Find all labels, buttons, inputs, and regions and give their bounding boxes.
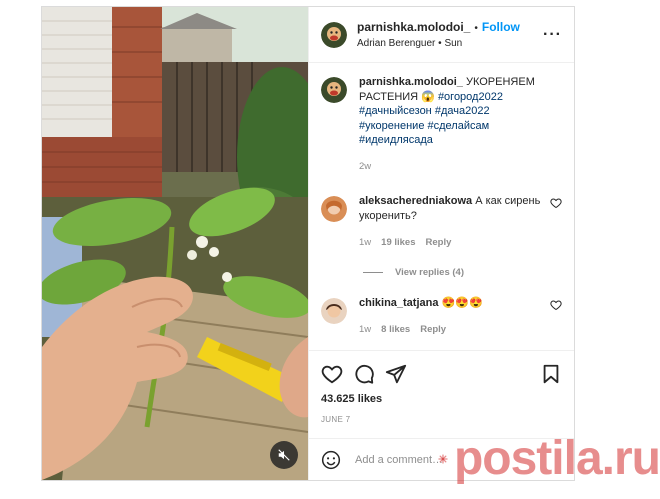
hashtag[interactable]: #укоренение [359, 120, 424, 132]
author-username[interactable]: parnishka.molodoi_ [357, 20, 470, 34]
view-replies-label: View replies (4) [395, 266, 464, 278]
likes-count[interactable]: 43.625 likes [321, 393, 562, 405]
audio-muted-icon [278, 449, 290, 461]
comments-section: parnishka.molodoi_ УКОРЕНЯЕМ РАСТЕНИЯ 😱 … [309, 63, 574, 350]
reply-button[interactable]: Reply [420, 324, 446, 335]
hashtag[interactable]: #дача2022 [435, 105, 490, 117]
emoji-icon[interactable] [321, 450, 341, 470]
caption-time: 2w [359, 160, 372, 172]
commenter-avatar[interactable] [321, 297, 347, 324]
caption: parnishka.molodoi_ УКОРЕНЯЕМ РАСТЕНИЯ 😱 … [321, 75, 562, 174]
more-horizontal-icon[interactable]: ··· [543, 26, 562, 44]
comment-like-heart-icon[interactable] [550, 299, 562, 311]
reply-button[interactable]: Reply [426, 237, 452, 248]
bookmark-icon[interactable] [540, 363, 562, 385]
post-location[interactable]: Adrian Berenguer • Sun [357, 36, 520, 51]
comment-time: 1w [359, 324, 372, 335]
heart-icon[interactable] [321, 363, 343, 385]
replies-divider [363, 271, 383, 273]
comment-icon[interactable] [353, 363, 375, 385]
postila-watermark: postila.ru [438, 418, 660, 499]
commenter-avatar[interactable] [321, 196, 347, 222]
view-replies-button[interactable]: View replies (4) [363, 267, 562, 278]
comment-item: chikina_tatjana 😍😍😍 1w 8 likes Reply [321, 296, 562, 338]
caption-username[interactable]: parnishka.molodoi_ [359, 76, 463, 88]
send-icon[interactable] [385, 363, 407, 385]
comment-likes[interactable]: 19 likes [381, 237, 415, 248]
watermark-text: postila.ru [453, 432, 660, 485]
hashtag[interactable]: #огород2022 [438, 91, 503, 103]
comment-username[interactable]: aleksacherednia​kowa [359, 195, 472, 207]
post-header: parnishka.molodoi_ • Follow Adrian Berengu… [309, 7, 574, 63]
comment-like-heart-icon[interactable] [550, 197, 562, 209]
comment-time: 1w [359, 237, 372, 248]
video-frame [42, 7, 308, 480]
post-video[interactable] [42, 7, 308, 480]
postila-logo-icon [438, 453, 448, 464]
hashtag[interactable]: #дачныйсезон [359, 105, 432, 117]
comment-likes[interactable]: 8 likes [381, 324, 410, 335]
author-avatar[interactable] [321, 21, 347, 48]
comment-item: aleksacherednia​kowa А как сирень укорен… [321, 194, 562, 251]
separator-dot: • [474, 22, 478, 34]
author-avatar[interactable] [321, 77, 347, 103]
follow-button[interactable]: Follow [482, 20, 520, 34]
hashtag[interactable]: #идеидлясада [359, 134, 433, 146]
hashtag[interactable]: #сделайсам [428, 120, 490, 132]
instagram-post: parnishka.molodoi_ • Follow Adrian Berengu… [41, 6, 575, 481]
comment-text: 😍😍😍 [441, 296, 483, 309]
comment-username[interactable]: chikina_tatjana [359, 297, 438, 309]
post-sidebar: parnishka.molodoi_ • Follow Adrian Berengu… [308, 7, 574, 480]
mute-toggle-button[interactable] [270, 441, 298, 469]
